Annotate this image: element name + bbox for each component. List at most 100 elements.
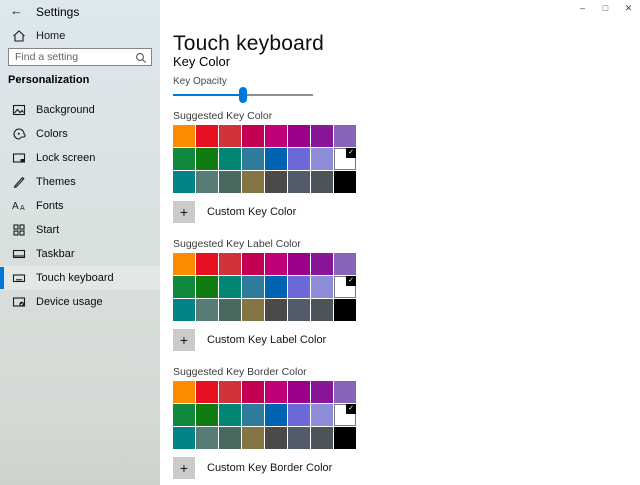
- color-swatch[interactable]: [173, 276, 195, 298]
- color-swatch[interactable]: [265, 148, 287, 170]
- color-swatch[interactable]: [242, 148, 264, 170]
- custom-color-button-custom-key-border-color[interactable]: +Custom Key Border Color: [173, 457, 473, 479]
- color-swatch[interactable]: [265, 171, 287, 193]
- color-swatch[interactable]: [196, 276, 218, 298]
- sidebar-item-taskbar[interactable]: Taskbar: [0, 242, 160, 266]
- custom-color-button-custom-key-label-color[interactable]: +Custom Key Label Color: [173, 329, 473, 351]
- sidebar-nav: BackgroundColorsLock screenThemesAAFonts…: [0, 98, 160, 314]
- color-swatch[interactable]: [334, 171, 356, 193]
- color-swatch[interactable]: [173, 125, 195, 147]
- color-swatch[interactable]: [196, 125, 218, 147]
- sidebar-item-themes[interactable]: Themes: [0, 170, 160, 194]
- color-swatch[interactable]: [242, 299, 264, 321]
- color-swatch[interactable]: [311, 381, 333, 403]
- color-swatch[interactable]: [242, 125, 264, 147]
- color-swatch[interactable]: [173, 427, 195, 449]
- color-swatch[interactable]: [265, 299, 287, 321]
- app-title: Settings: [36, 5, 79, 19]
- settings-window: ← Settings Home Personalization Backgrou…: [0, 0, 640, 485]
- color-swatch[interactable]: [265, 125, 287, 147]
- color-swatch[interactable]: [288, 404, 310, 426]
- color-swatch[interactable]: [265, 276, 287, 298]
- swatch-grid: ✓: [173, 381, 356, 449]
- color-swatch[interactable]: [334, 125, 356, 147]
- color-swatch[interactable]: [311, 276, 333, 298]
- color-swatch[interactable]: [265, 253, 287, 275]
- color-swatch[interactable]: [219, 299, 241, 321]
- color-swatch[interactable]: [242, 427, 264, 449]
- color-swatch[interactable]: [311, 148, 333, 170]
- color-swatch[interactable]: [219, 381, 241, 403]
- color-swatch[interactable]: [219, 276, 241, 298]
- custom-color-label: Custom Key Label Color: [207, 334, 326, 346]
- color-swatch[interactable]: [288, 253, 310, 275]
- sidebar-item-device-usage[interactable]: Device usage: [0, 290, 160, 314]
- sidebar-item-background[interactable]: Background: [0, 98, 160, 122]
- search-input[interactable]: [9, 49, 133, 65]
- color-swatch[interactable]: [334, 427, 356, 449]
- color-swatch[interactable]: [334, 381, 356, 403]
- color-swatch[interactable]: [265, 404, 287, 426]
- color-swatch[interactable]: [311, 171, 333, 193]
- sidebar-item-colors[interactable]: Colors: [0, 122, 160, 146]
- color-swatch[interactable]: [311, 427, 333, 449]
- color-swatch[interactable]: [288, 299, 310, 321]
- color-swatch[interactable]: ✓: [334, 148, 356, 170]
- custom-color-button-custom-key-color[interactable]: +Custom Key Color: [173, 201, 473, 223]
- sidebar-item-touch-keyboard[interactable]: Touch keyboard: [0, 266, 160, 290]
- color-swatch[interactable]: [288, 171, 310, 193]
- sidebar-item-start[interactable]: Start: [0, 218, 160, 242]
- touch-keyboard-icon: [12, 271, 26, 285]
- maximize-button[interactable]: □: [594, 0, 617, 16]
- color-swatch[interactable]: [196, 171, 218, 193]
- color-swatch[interactable]: [242, 276, 264, 298]
- color-swatch[interactable]: [265, 381, 287, 403]
- color-swatch[interactable]: [334, 299, 356, 321]
- color-swatch[interactable]: [196, 404, 218, 426]
- color-swatch[interactable]: [288, 381, 310, 403]
- minimize-button[interactable]: –: [571, 0, 594, 16]
- color-swatch[interactable]: [242, 381, 264, 403]
- color-swatch[interactable]: [196, 427, 218, 449]
- color-swatch[interactable]: [219, 427, 241, 449]
- color-swatch[interactable]: [242, 253, 264, 275]
- color-swatch[interactable]: ✓: [334, 276, 356, 298]
- color-swatch[interactable]: [219, 171, 241, 193]
- back-button[interactable]: ←: [10, 3, 23, 18]
- color-swatch[interactable]: [173, 148, 195, 170]
- color-swatch[interactable]: [311, 253, 333, 275]
- color-swatch[interactable]: [196, 299, 218, 321]
- color-swatch[interactable]: [219, 125, 241, 147]
- color-swatch[interactable]: [173, 381, 195, 403]
- color-swatch[interactable]: [265, 427, 287, 449]
- sidebar-item-lock-screen[interactable]: Lock screen: [0, 146, 160, 170]
- color-swatch[interactable]: [173, 299, 195, 321]
- key-opacity-slider[interactable]: [173, 87, 313, 103]
- search-icon[interactable]: [135, 51, 147, 69]
- color-swatch[interactable]: [196, 381, 218, 403]
- color-swatch[interactable]: [311, 404, 333, 426]
- color-swatch[interactable]: [196, 148, 218, 170]
- color-swatch[interactable]: [288, 125, 310, 147]
- color-swatch[interactable]: [219, 148, 241, 170]
- color-swatch[interactable]: [242, 404, 264, 426]
- color-swatch[interactable]: ✓: [334, 404, 356, 426]
- color-swatch[interactable]: [219, 253, 241, 275]
- color-swatch[interactable]: [219, 404, 241, 426]
- color-swatch[interactable]: [173, 171, 195, 193]
- color-swatch[interactable]: [311, 125, 333, 147]
- color-swatch[interactable]: [288, 148, 310, 170]
- color-swatch[interactable]: [311, 299, 333, 321]
- color-swatch[interactable]: [196, 253, 218, 275]
- color-swatch[interactable]: [288, 427, 310, 449]
- color-swatch[interactable]: [173, 404, 195, 426]
- color-swatch[interactable]: [288, 276, 310, 298]
- slider-thumb[interactable]: [239, 87, 247, 103]
- color-swatch[interactable]: [173, 253, 195, 275]
- sidebar-item-fonts[interactable]: AAFonts: [0, 194, 160, 218]
- color-swatch[interactable]: [334, 253, 356, 275]
- sidebar-header: ← Settings: [0, 0, 160, 22]
- sidebar-item-home[interactable]: Home: [0, 26, 160, 46]
- close-button[interactable]: ✕: [617, 0, 640, 16]
- color-swatch[interactable]: [242, 171, 264, 193]
